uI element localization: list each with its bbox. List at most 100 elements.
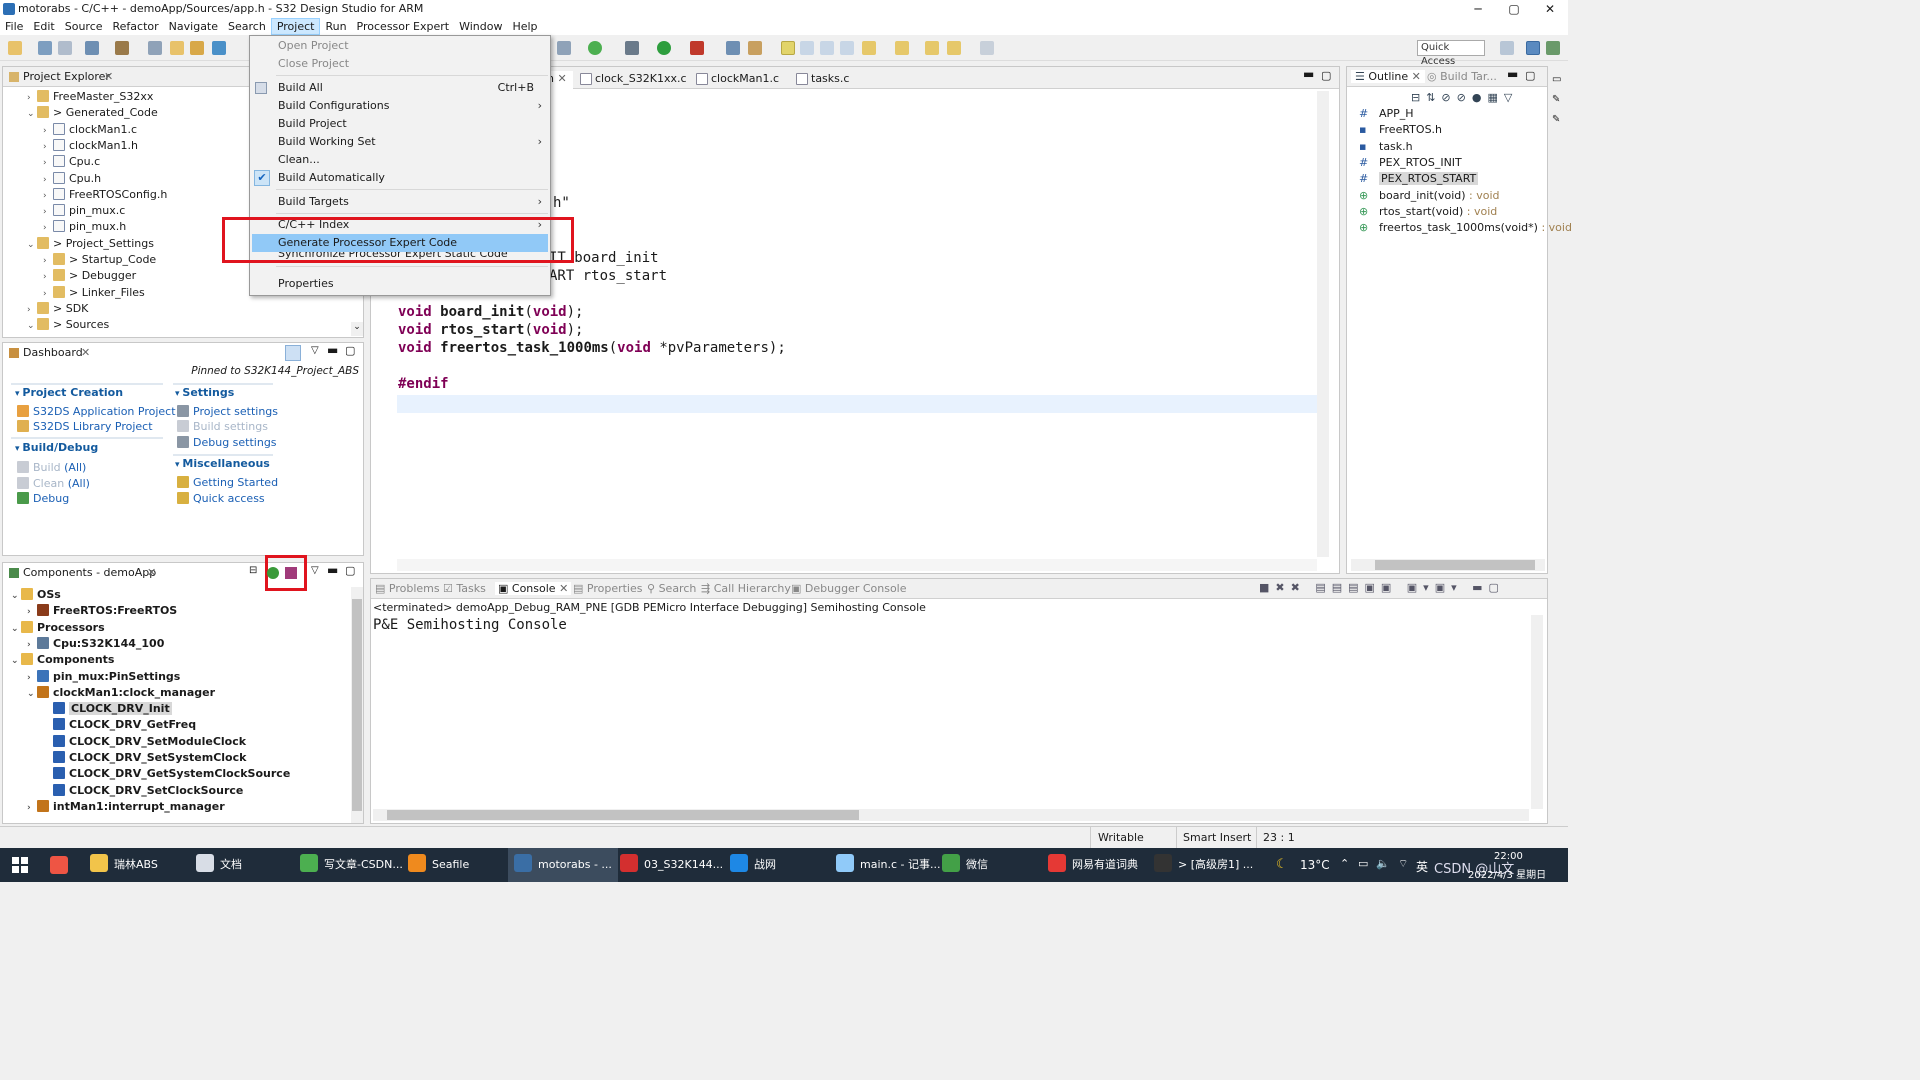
menu-help[interactable]: Help	[507, 18, 542, 35]
menu-build-project[interactable]: Build Project	[250, 115, 550, 133]
menu-refactor[interactable]: Refactor	[108, 18, 164, 35]
app-project-link[interactable]: S32DS Application Project	[17, 405, 176, 418]
generate-code-icon[interactable]	[267, 567, 279, 579]
tasks-tab[interactable]: ☑ Tasks	[443, 582, 486, 595]
search-tab[interactable]: ⚲ Search	[647, 582, 696, 595]
tray-chevron-icon[interactable]: ⌃	[1340, 857, 1349, 870]
outline-item[interactable]: ⊕ rtos_start(void) : void	[1359, 204, 1497, 220]
editor-scrollbar-v[interactable]	[1317, 91, 1329, 557]
console-scrollbar-h[interactable]	[373, 809, 1529, 821]
component-item[interactable]: › Cpu:S32K144_100	[27, 636, 164, 652]
build-hammer-icon[interactable]	[115, 41, 129, 55]
component-item[interactable]: CLOCK_DRV_SetSystemClock	[43, 750, 246, 766]
expand-arrow-icon[interactable]: ›	[27, 604, 37, 620]
ime-lang[interactable]: 英	[1416, 858, 1428, 875]
component-item[interactable]: CLOCK_DRV_GetFreq	[43, 717, 196, 733]
open-element-icon[interactable]	[212, 41, 226, 55]
menu-processor-expert[interactable]: Processor Expert	[352, 18, 455, 35]
external-tools-icon[interactable]	[557, 41, 571, 55]
taskbar-app[interactable]: 网易有道词典	[1048, 848, 1138, 882]
console-tab[interactable]: ▣ Console ✕	[495, 582, 572, 595]
expand-arrow-icon[interactable]: ›	[27, 800, 37, 816]
close-icon[interactable]: ✕	[104, 70, 113, 83]
maximize-icon[interactable]: ▢	[1321, 69, 1331, 82]
maximize-button[interactable]: ▢	[1496, 0, 1532, 18]
misc-header[interactable]: ▾ Miscellaneous	[175, 457, 270, 470]
debugger-console-tab[interactable]: ▣ Debugger Console	[791, 582, 907, 595]
outline-item[interactable]: # PEX_RTOS_INIT	[1359, 155, 1462, 171]
tree-item[interactable]: › Cpu.h	[43, 171, 101, 187]
tree-item[interactable]: › pin_mux.h	[43, 219, 126, 235]
menu-build-working-set[interactable]: Build Working Set ›	[250, 133, 550, 151]
outline-scrollbar[interactable]	[1351, 559, 1545, 571]
debug-config-icon[interactable]	[148, 41, 162, 55]
last-edit-icon[interactable]	[925, 41, 939, 55]
component-item[interactable]: CLOCK_DRV_GetSystemClockSource	[43, 766, 290, 782]
collapse-all-icon[interactable]: ⊟	[249, 565, 257, 576]
minimize-button[interactable]: ─	[1460, 0, 1496, 18]
components-tab[interactable]: Components - demoApp ✕ ⊟ ▽ ▬ ▢	[3, 563, 363, 583]
expand-arrow-icon[interactable]: ›	[43, 188, 53, 204]
problems-tab[interactable]: ▤ Problems	[375, 582, 440, 595]
editor-tab-clockman[interactable]: clockMan1.c	[693, 71, 785, 89]
outline-tab[interactable]: ☰ Outline ✕	[1351, 70, 1425, 83]
view-menu-icon[interactable]: ▽	[311, 345, 319, 356]
minimize-icon[interactable]: ▬	[327, 563, 338, 577]
component-item[interactable]: ⌄ Processors	[11, 620, 105, 636]
outline-item[interactable]: ▪ FreeRTOS.h	[1359, 122, 1442, 138]
back-icon[interactable]	[947, 41, 961, 55]
minimize-icon[interactable]: ▬	[327, 343, 338, 357]
expand-arrow-icon[interactable]: ›	[43, 220, 53, 236]
outline-item[interactable]: # APP_H	[1359, 106, 1414, 122]
show-whitespace-icon[interactable]	[840, 41, 854, 55]
close-button[interactable]: ✕	[1532, 0, 1568, 18]
expand-arrow-icon[interactable]: ›	[43, 172, 53, 188]
menu-open-project[interactable]: Open Project	[250, 37, 550, 55]
taskbar-app[interactable]: 写文章-CSDN...	[300, 848, 403, 882]
taskbar-app[interactable]: 瑞林ABS	[90, 848, 158, 882]
menu-build-all[interactable]: Build All Ctrl+B	[250, 79, 550, 97]
menu-clean[interactable]: Clean...	[250, 151, 550, 169]
prev-annotation-icon[interactable]	[895, 41, 909, 55]
open-console-icon[interactable]	[726, 41, 740, 55]
expand-arrow-icon[interactable]: ⌄	[11, 653, 21, 669]
tree-item[interactable]: › FreeMaster_S32xx	[27, 89, 153, 105]
maximize-icon[interactable]: ▢	[345, 344, 355, 357]
build-settings-link[interactable]: Build settings	[177, 420, 268, 433]
menu-edit[interactable]: Edit	[28, 18, 59, 35]
component-item[interactable]: CLOCK_DRV_SetClockSource	[43, 783, 243, 799]
outline-item[interactable]: ▪ task.h	[1359, 139, 1413, 155]
project-creation-header[interactable]: ▾ Project Creation	[15, 386, 123, 399]
taskbar-app[interactable]: motorabs - ...	[508, 848, 618, 882]
taskbar-app[interactable]: 文档	[196, 848, 242, 882]
menu-project[interactable]: Project	[270, 18, 321, 35]
taskbar-app[interactable]: main.c - 记事...	[836, 848, 940, 882]
clock-date[interactable]: 2022/4/3 星期日	[1468, 866, 1546, 881]
menu-navigate[interactable]: Navigate	[164, 18, 223, 35]
menu-search[interactable]: Search	[223, 18, 271, 35]
forward-icon[interactable]	[980, 41, 994, 55]
build-debug-header[interactable]: ▾ Build/Debug	[15, 441, 98, 454]
weather-temp[interactable]: 13°C	[1300, 858, 1330, 872]
open-type-icon[interactable]	[190, 41, 204, 55]
scroll-down-icon[interactable]: ⌄	[351, 322, 363, 336]
component-item[interactable]: › FreeRTOS:FreeRTOS	[27, 603, 177, 619]
close-icon[interactable]: ✕	[81, 346, 90, 359]
refresh-icon[interactable]	[588, 41, 602, 55]
expand-arrow-icon[interactable]: ›	[43, 286, 53, 302]
settings-header[interactable]: ▾ Settings	[175, 386, 234, 399]
pen-icon[interactable]	[748, 41, 762, 55]
expand-arrow-icon[interactable]: ›	[43, 155, 53, 171]
menu-file[interactable]: File	[0, 18, 28, 35]
call-hierarchy-tab[interactable]: ⇶ Call Hierarchy	[701, 582, 791, 595]
tree-item[interactable]: › > Startup_Code	[43, 252, 156, 268]
menu-close-project[interactable]: Close Project	[250, 55, 550, 73]
lib-project-link[interactable]: S32DS Library Project	[17, 420, 153, 433]
highlight-icon[interactable]	[781, 41, 795, 55]
expand-arrow-icon[interactable]: ⌄	[27, 318, 37, 334]
debug-settings-link[interactable]: Debug settings	[177, 436, 277, 449]
tree-item[interactable]: › FreeRTOSConfig.h	[43, 187, 167, 203]
menu-window[interactable]: Window	[454, 18, 507, 35]
expand-arrow-icon[interactable]: ⌄	[27, 686, 37, 702]
next-annotation-icon[interactable]	[862, 41, 876, 55]
